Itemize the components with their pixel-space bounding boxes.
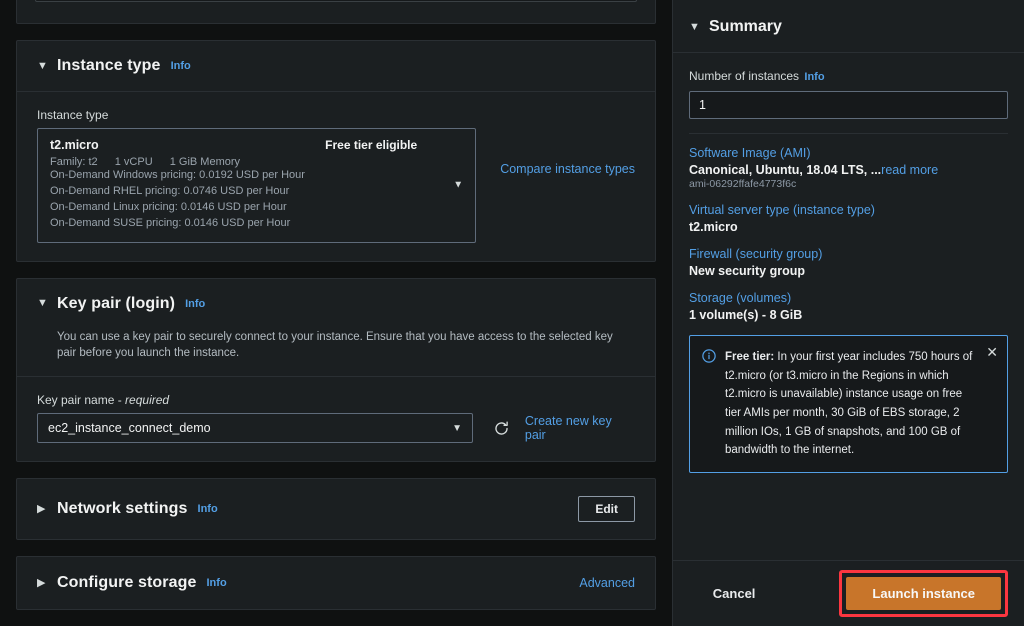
configure-storage-title: Configure storage (57, 574, 197, 592)
summary-ami-id: ami-06292ffafe4773f6c (689, 178, 797, 190)
free-tier-alert-text: Free tier: In your first year includes 7… (725, 348, 995, 460)
wizard-form-column: ▼ Instance type Info Instance type t2.mi… (0, 0, 672, 626)
cancel-button[interactable]: Cancel (699, 579, 770, 608)
previous-section-card-partial (16, 0, 656, 24)
configure-storage-header[interactable]: ▶ Configure storage Info Advanced (17, 557, 655, 609)
key-pair-header[interactable]: ▼ Key pair (login) Info (17, 279, 655, 329)
summary-item-ami: Software Image (AMI) Canonical, Ubuntu, … (689, 146, 1008, 190)
compare-instance-types-link[interactable]: Compare instance types (500, 162, 635, 176)
launch-instance-button[interactable]: Launch instance (846, 577, 1001, 610)
pricing-windows: On-Demand Windows pricing: 0.0192 USD pe… (50, 169, 305, 181)
pricing-rhel: On-Demand RHEL pricing: 0.0746 USD per H… (50, 184, 290, 197)
chevron-down-icon[interactable]: ▼ (453, 180, 463, 191)
summary-firewall-link[interactable]: Firewall (security group) (689, 247, 1008, 261)
instance-type-top-line: t2.micro Free tier eligible (50, 138, 463, 152)
summary-panel: ▼ Summary Number of instances Info Softw… (672, 0, 1024, 626)
read-more-link[interactable]: read more (881, 163, 938, 177)
key-pair-selected-value: ec2_instance_connect_demo (48, 421, 211, 436)
instance-memory: 1 GiB Memory (169, 156, 241, 168)
info-circle-icon (702, 349, 716, 460)
storage-advanced-link[interactable]: Advanced (579, 576, 635, 590)
chevron-down-icon: ▼ (452, 422, 463, 434)
instance-type-card: ▼ Instance type Info Instance type t2.mi… (16, 40, 656, 262)
instance-family: Family: t2 (50, 156, 98, 168)
summary-item-instance-type: Virtual server type (instance type) t2.m… (689, 203, 1008, 234)
key-pair-description: You can use a key pair to securely conne… (57, 330, 613, 360)
refresh-icon[interactable] (491, 417, 513, 439)
instance-type-title: Instance type (57, 57, 161, 74)
network-settings-header[interactable]: ▶ Network settings Info Edit (17, 479, 655, 539)
pricing-linux: On-Demand Linux pricing: 0.0146 USD per … (50, 200, 287, 213)
key-pair-row: ec2_instance_connect_demo ▼ Create new k… (37, 413, 635, 444)
summary-footer: Cancel Launch instance (673, 560, 1024, 626)
chevron-right-icon: ▶ (37, 502, 46, 515)
instance-type-header[interactable]: ▼ Instance type Info (17, 41, 655, 92)
key-pair-required-marker: required (125, 393, 170, 408)
number-of-instances-info-link[interactable]: Info (804, 71, 824, 83)
instance-type-select[interactable]: t2.micro Free tier eligible Family: t2 1… (37, 128, 477, 243)
instance-type-info-link[interactable]: Info (171, 60, 191, 72)
launch-instance-wizard: ▼ Instance type Info Instance type t2.mi… (0, 0, 1024, 626)
summary-title: Summary (709, 18, 782, 35)
instance-type-row: t2.micro Free tier eligible Family: t2 1… (37, 128, 635, 243)
summary-divider (689, 133, 1008, 134)
configure-storage-info-link[interactable]: Info (207, 577, 227, 589)
network-settings-card: ▶ Network settings Info Edit (16, 478, 656, 541)
key-pair-info-link[interactable]: Info (185, 298, 205, 310)
key-pair-select[interactable]: ec2_instance_connect_demo ▼ (37, 413, 474, 444)
configure-storage-actions: Advanced (579, 576, 635, 590)
summary-ami-value-text: Canonical, Ubuntu, 18.04 LTS, ... (689, 163, 882, 177)
summary-item-firewall: Firewall (security group) New security g… (689, 247, 1008, 278)
number-of-instances-label-text: Number of instances (689, 69, 800, 83)
free-tier-alert-prefix: Free tier: (725, 351, 775, 363)
instance-type-field-label: Instance type (37, 108, 109, 122)
free-tier-alert-body: In your first year includes 750 hours of… (725, 351, 973, 457)
summary-ami-link[interactable]: Software Image (AMI) (689, 146, 1008, 160)
summary-body: Number of instances Info Software Image … (673, 53, 1024, 473)
configure-storage-card: ▶ Configure storage Info Advanced (16, 556, 656, 611)
chevron-down-icon: ▼ (37, 59, 48, 72)
close-icon[interactable]: ✕ (986, 345, 998, 359)
instance-vcpu: 1 vCPU (114, 156, 153, 168)
key-pair-name-label-text: Key pair name - (37, 393, 122, 408)
launch-instance-highlight-box: Launch instance (839, 570, 1008, 617)
chevron-right-icon: ▶ (37, 576, 46, 589)
network-settings-title: Network settings (57, 500, 188, 518)
summary-instance-type-value: t2.micro (689, 220, 738, 234)
instance-type-name: t2.micro (50, 138, 99, 152)
key-pair-name-label: Key pair name - required (37, 393, 635, 407)
key-pair-card: ▼ Key pair (login) Info You can use a ke… (16, 277, 656, 463)
free-tier-alert: Free tier: In your first year includes 7… (689, 335, 1008, 473)
summary-item-storage: Storage (volumes) 1 volume(s) - 8 GiB (689, 291, 1008, 322)
chevron-down-icon: ▼ (37, 297, 48, 310)
number-of-instances-input[interactable] (689, 91, 1008, 119)
summary-instance-type-link[interactable]: Virtual server type (instance type) (689, 203, 1008, 217)
key-pair-body: Key pair name - required ec2_instance_co… (17, 377, 655, 461)
key-pair-title: Key pair (login) (57, 294, 176, 312)
edit-network-settings-button[interactable]: Edit (578, 496, 635, 523)
summary-storage-value: 1 volume(s) - 8 GiB (689, 308, 803, 322)
chevron-down-icon: ▼ (689, 20, 700, 33)
summary-storage-link[interactable]: Storage (volumes) (689, 291, 1008, 305)
summary-ami-value: Canonical, Ubuntu, 18.04 LTS, ...read mo… (689, 163, 1008, 177)
free-tier-eligible-badge: Free tier eligible (325, 138, 418, 152)
create-new-key-pair-link[interactable]: Create new key pair (525, 414, 635, 442)
number-of-instances-label: Number of instances Info (689, 69, 825, 83)
instance-type-body: Instance type t2.micro Free tier eligibl… (17, 92, 655, 261)
network-settings-actions: Edit (578, 496, 635, 523)
pricing-suse: On-Demand SUSE pricing: 0.0146 USD per H… (50, 216, 291, 229)
previous-section-inner-box (35, 0, 637, 2)
network-settings-info-link[interactable]: Info (198, 503, 218, 515)
instance-type-specs: Family: t2 1 vCPU 1 GiB Memory (50, 156, 463, 168)
summary-header[interactable]: ▼ Summary (673, 0, 1024, 53)
summary-firewall-value: New security group (689, 264, 805, 278)
